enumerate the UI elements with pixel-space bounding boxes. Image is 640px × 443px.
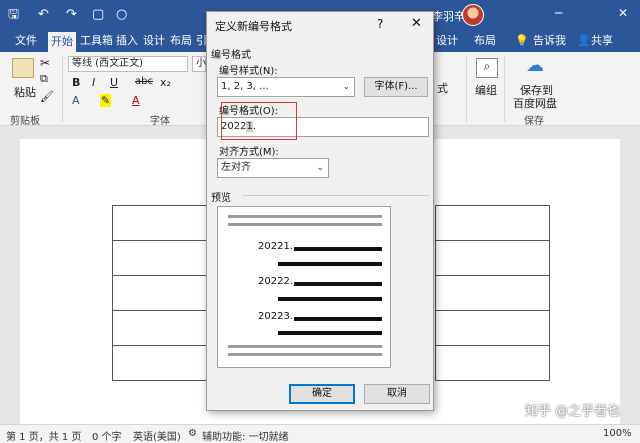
search-icon[interactable]: ⌕: [476, 58, 498, 78]
language[interactable]: 英语(美国): [133, 428, 181, 443]
table-cell[interactable]: [435, 310, 550, 346]
ok-button[interactable]: 确定: [289, 384, 355, 404]
tab-table-layout[interactable]: 布局: [471, 30, 499, 52]
zoom-level[interactable]: 100%: [603, 428, 632, 439]
table-cell[interactable]: [435, 240, 550, 276]
preview-text-line: [278, 297, 382, 301]
copy-icon[interactable]: ⧉: [40, 72, 48, 86]
font-size-box[interactable]: 小: [192, 56, 206, 72]
preview-number-2: 20222.: [258, 276, 293, 287]
section-number-format: 编号格式: [211, 50, 251, 61]
define-number-format-dialog: 定义新编号格式 ? ✕ 编号格式 编号样式(N): 1, 2, 3, ... ⌄…: [206, 11, 434, 411]
tab-file[interactable]: 文件: [12, 30, 40, 52]
preview-label: 预览: [211, 193, 231, 204]
italic-button[interactable]: I: [92, 76, 95, 89]
preview-number-3: 20223.: [258, 311, 293, 322]
accessibility-status[interactable]: 辅助功能: 一切就绪: [202, 428, 289, 443]
redo-icon[interactable]: ↷: [66, 6, 77, 24]
preview-text-line: [278, 262, 382, 266]
styles-button[interactable]: 式: [437, 80, 448, 96]
table-cell[interactable]: [435, 275, 550, 311]
chevron-down-icon: ⌄: [342, 82, 350, 92]
group-divider: [466, 56, 467, 122]
lightbulb-icon: 💡: [515, 34, 529, 47]
close-window-button[interactable]: ✕: [618, 6, 628, 20]
tab-insert[interactable]: 插入: [113, 30, 141, 52]
number-style-value: 1, 2, 3, ...: [221, 81, 269, 92]
preview-text-line: [294, 282, 382, 286]
dialog-title: 定义新编号格式: [215, 20, 292, 33]
dialog-close-button[interactable]: ✕: [411, 16, 422, 31]
cancel-button[interactable]: 取消: [364, 384, 430, 404]
table-cell[interactable]: [112, 345, 212, 381]
preview-text-line: [294, 317, 382, 321]
accessibility-icon: ⚙: [188, 428, 197, 439]
font-button[interactable]: 字体(F)...: [364, 77, 428, 97]
table-cell[interactable]: [112, 205, 212, 241]
paste-button[interactable]: 粘贴: [14, 84, 36, 100]
baidu-cloud-icon[interactable]: ☁: [524, 56, 546, 76]
font-name-box[interactable]: 等线 (西文正文): [68, 56, 188, 72]
undo-icon[interactable]: ↶: [38, 6, 49, 24]
tab-toolbox[interactable]: 工具箱: [77, 30, 116, 52]
preview-number-1: 20221.: [258, 241, 293, 252]
tab-home[interactable]: 开始: [48, 32, 76, 52]
preview-text-line: [294, 247, 382, 251]
tab-design[interactable]: 设计: [140, 30, 168, 52]
word-count[interactable]: 0 个字: [92, 428, 122, 443]
cut-icon[interactable]: ✂: [40, 56, 50, 70]
highlight-annotation: [221, 102, 297, 140]
user-name: 李羽辛: [432, 10, 465, 23]
preview-box: 20221. 20222. 20223.: [217, 206, 391, 368]
alignment-select[interactable]: 左对齐 ⌄: [217, 158, 329, 178]
number-style-select[interactable]: 1, 2, 3, ... ⌄: [217, 77, 355, 97]
font-group-label: 字体: [150, 116, 170, 127]
text-effects-icon[interactable]: A: [72, 94, 80, 107]
share-button[interactable]: 共享: [588, 30, 616, 52]
alignment-label: 对齐方式(M):: [219, 147, 279, 158]
table-cell[interactable]: [112, 275, 212, 311]
page-count[interactable]: 第 1 页，共 1 页: [6, 428, 81, 443]
divider: [243, 195, 429, 196]
minimize-button[interactable]: ─: [555, 6, 562, 20]
strikethrough-button[interactable]: abc: [135, 76, 153, 87]
new-document-icon[interactable]: ▢: [92, 6, 104, 24]
format-painter-icon[interactable]: 🖌: [40, 90, 54, 103]
font-color-icon[interactable]: A: [132, 94, 140, 107]
preview-line: [228, 223, 382, 226]
chevron-down-icon: ⌄: [316, 163, 324, 173]
tab-layout[interactable]: 布局: [167, 30, 195, 52]
status-bar: 第 1 页，共 1 页 0 个字 英语(美国) ⚙ 辅助功能: 一切就绪 100…: [0, 424, 640, 443]
group-divider: [62, 56, 63, 122]
table-cell[interactable]: [435, 345, 550, 381]
alignment-value: 左对齐: [221, 162, 251, 173]
group-divider: [504, 56, 505, 122]
preview-line: [228, 215, 382, 218]
clipboard-group-label: 剪贴板: [10, 116, 40, 127]
tab-table-design[interactable]: 设计: [433, 30, 461, 52]
bold-button[interactable]: B: [72, 76, 80, 89]
circle-icon[interactable]: ○: [116, 6, 127, 24]
number-style-label: 编号样式(N):: [219, 66, 278, 77]
avatar[interactable]: [462, 4, 484, 26]
underline-button[interactable]: U: [110, 76, 118, 89]
highlight-icon[interactable]: ✎: [100, 94, 112, 107]
table-cell[interactable]: [112, 240, 212, 276]
preview-line: [228, 345, 382, 348]
baidu-netdisk-label[interactable]: 百度网盘: [513, 95, 557, 111]
tell-me-search[interactable]: 告诉我: [530, 30, 569, 52]
watermark: 知乎 @之乎者也: [525, 404, 621, 419]
save-icon[interactable]: 🖫: [8, 6, 19, 24]
preview-line: [228, 353, 382, 356]
editing-button[interactable]: 编组: [475, 82, 497, 98]
preview-text-line: [278, 331, 382, 335]
help-button[interactable]: ?: [377, 17, 383, 31]
subscript-button[interactable]: x₂: [160, 76, 171, 89]
clipboard-icon[interactable]: [12, 58, 34, 78]
table-cell[interactable]: [112, 310, 212, 346]
table-cell[interactable]: [435, 205, 550, 241]
save-group-label: 保存: [524, 116, 544, 127]
